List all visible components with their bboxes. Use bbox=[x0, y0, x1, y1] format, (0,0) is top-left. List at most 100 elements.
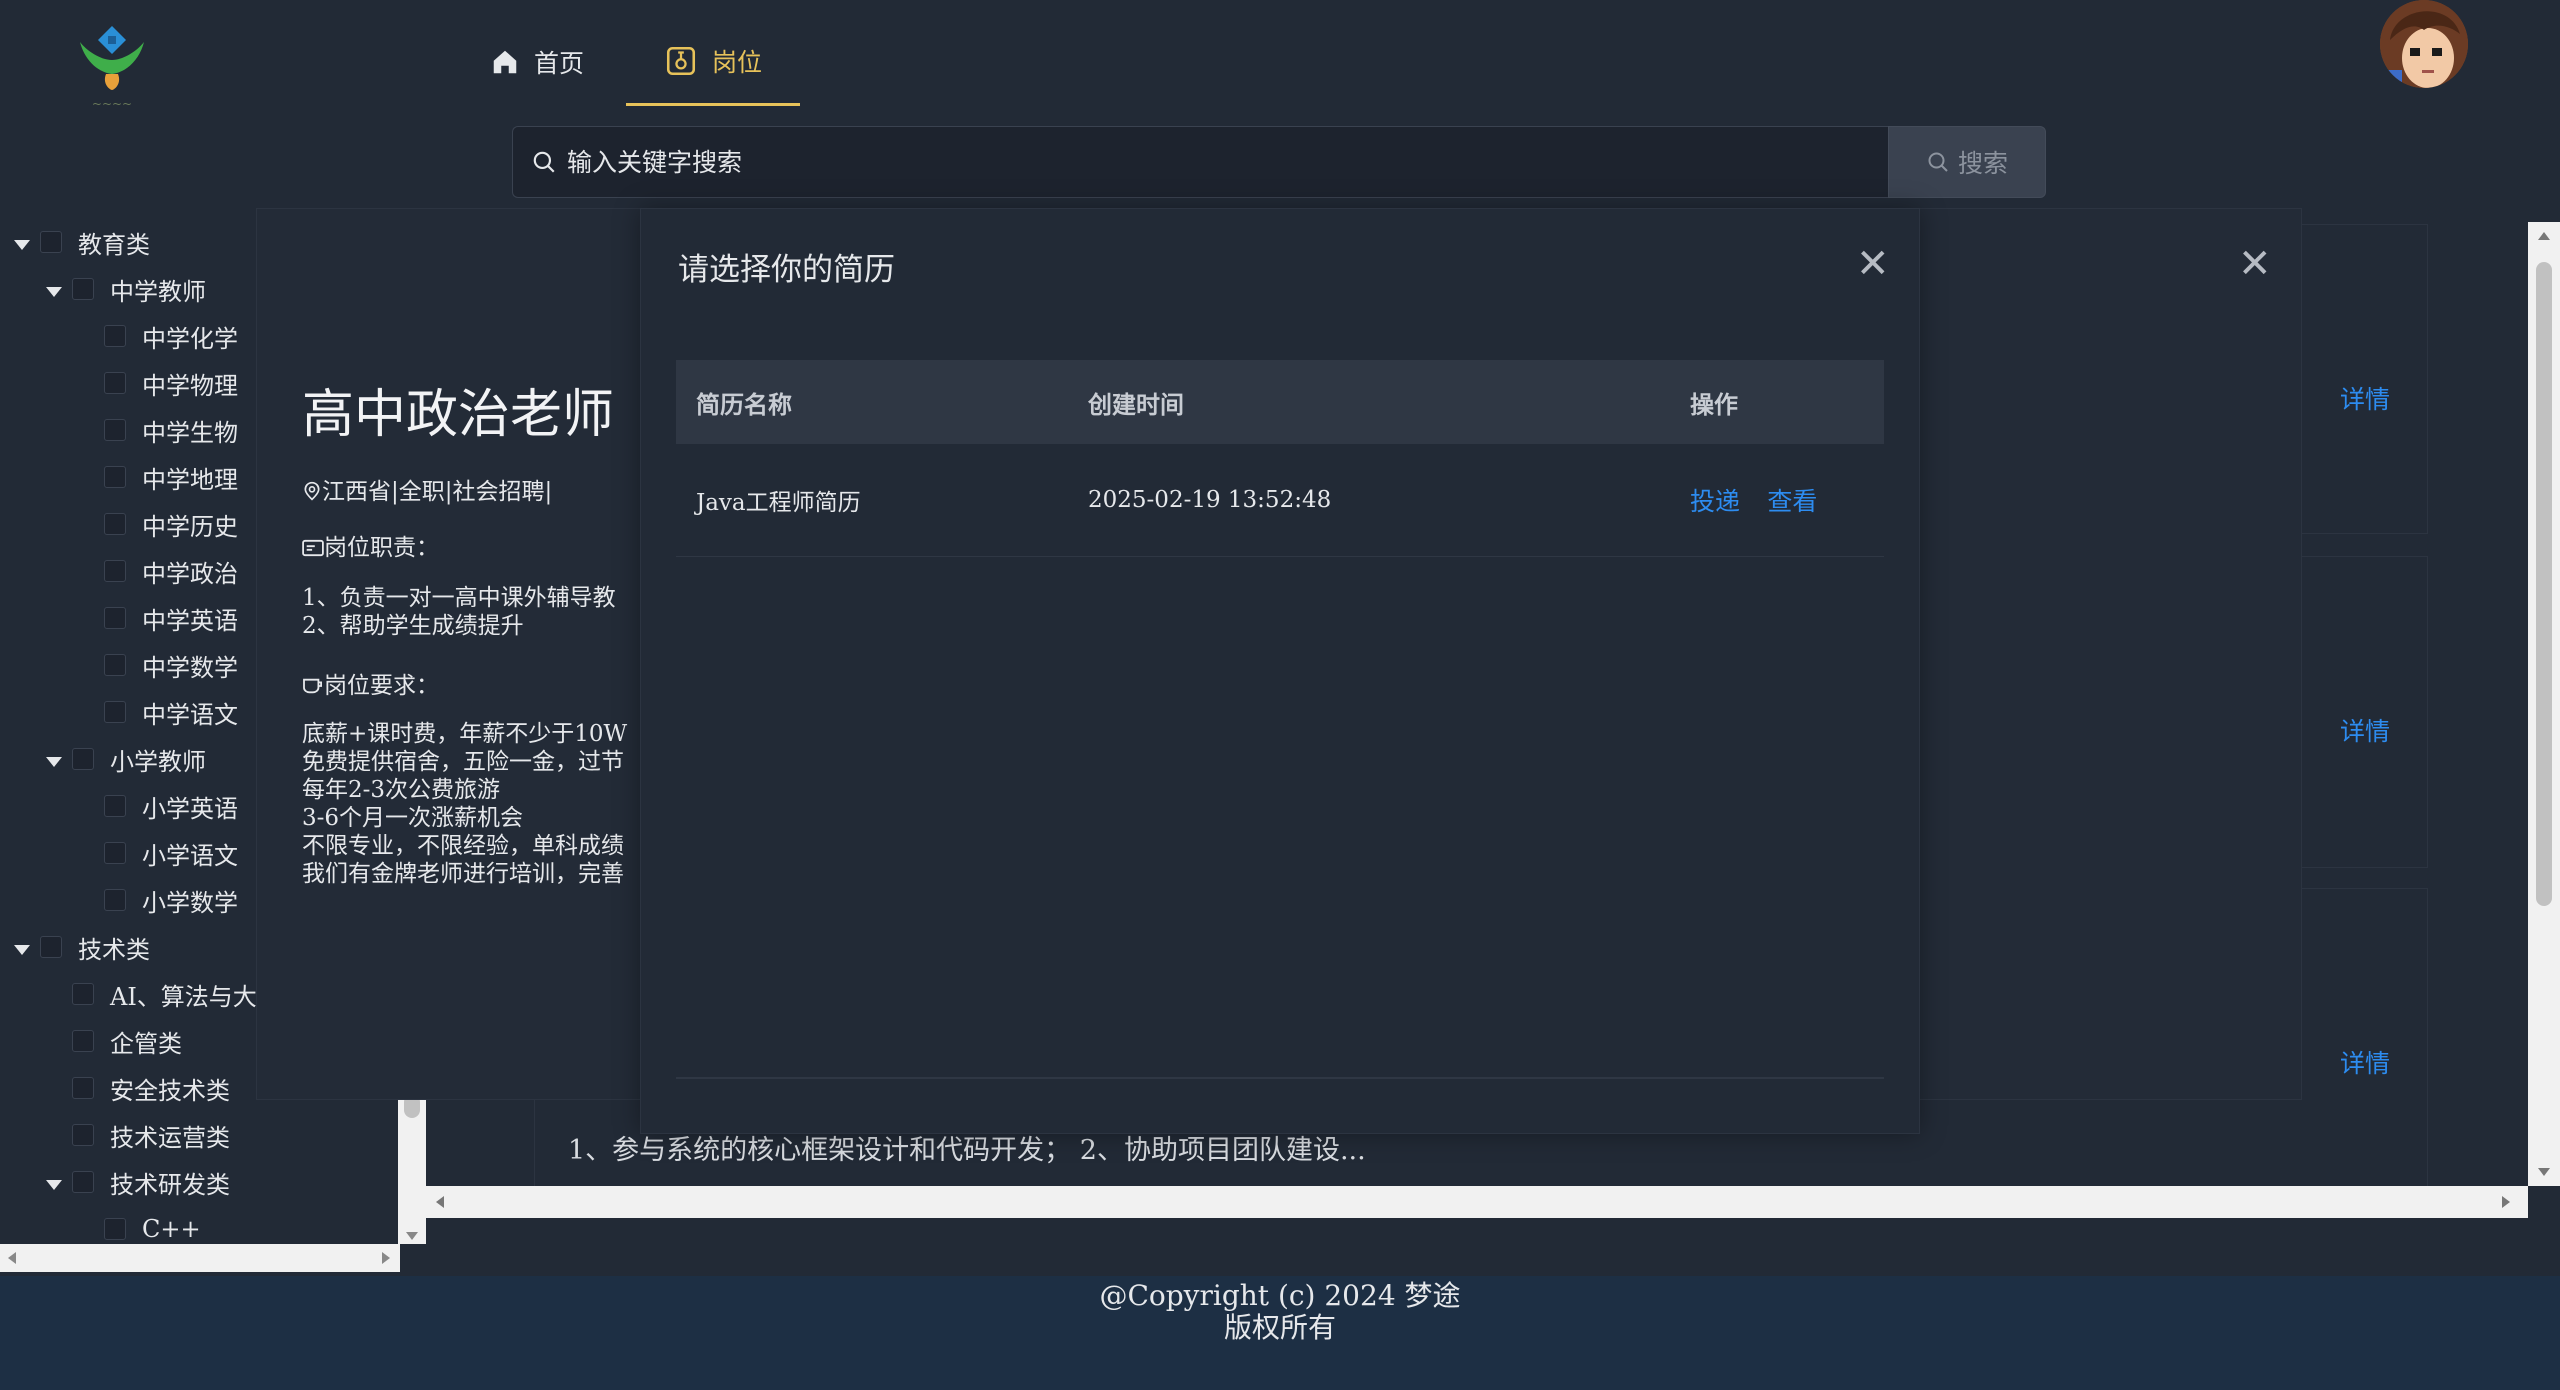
tree-checkbox[interactable] bbox=[72, 1030, 94, 1052]
tree-node[interactable]: 技术研发类 bbox=[46, 1162, 230, 1202]
tree-node[interactable]: 技术运营类 bbox=[46, 1115, 230, 1155]
tree-node[interactable]: 中学历史 bbox=[78, 504, 238, 544]
nav-jobs[interactable]: 岗位 bbox=[626, 18, 800, 106]
tree-vertical-scrollbar[interactable] bbox=[398, 1094, 426, 1244]
table-header: 简历名称 创建时间 操作 bbox=[676, 360, 1884, 444]
search-button[interactable]: 搜索 bbox=[1888, 126, 2046, 198]
tree-node-label: 中学物理 bbox=[142, 371, 238, 400]
tree-node-label: 小学英语 bbox=[142, 794, 238, 823]
resume-name: Java工程师简历 bbox=[696, 490, 861, 516]
job-meta-text: 江西省|全职|社会招聘| bbox=[322, 479, 553, 505]
caret-down-icon[interactable] bbox=[46, 1180, 62, 1190]
page-scroll-thumb[interactable] bbox=[2536, 262, 2552, 906]
tree-node-label: 中学历史 bbox=[142, 512, 238, 541]
tree-checkbox[interactable] bbox=[104, 560, 126, 582]
resume-select-modal bbox=[640, 208, 1920, 1134]
briefcase-icon bbox=[666, 46, 696, 75]
tree-node[interactable]: 小学教师 bbox=[46, 739, 206, 779]
tree-node[interactable]: 中学地理 bbox=[78, 457, 238, 497]
tree-node[interactable]: 小学语文 bbox=[78, 833, 238, 873]
tree-checkbox[interactable] bbox=[72, 983, 94, 1005]
job-detail-link[interactable]: 详情 bbox=[2340, 1044, 2390, 1080]
tree-node[interactable]: 中学教师 bbox=[46, 269, 206, 309]
job-requirement-heading: 岗位要求： bbox=[302, 666, 439, 700]
deliver-resume-button[interactable]: 投递 bbox=[1690, 487, 1740, 516]
modal-close-icon[interactable]: ✕ bbox=[1856, 244, 1890, 284]
tree-checkbox[interactable] bbox=[104, 701, 126, 723]
tree-checkbox[interactable] bbox=[104, 607, 126, 629]
tree-checkbox[interactable] bbox=[40, 936, 62, 958]
tree-node[interactable]: 小学数学 bbox=[78, 880, 238, 920]
tree-node[interactable]: 中学英语 bbox=[78, 598, 238, 638]
job-detail-link[interactable]: 详情 bbox=[2340, 380, 2390, 416]
cup-icon bbox=[303, 678, 322, 694]
tree-checkbox[interactable] bbox=[72, 1077, 94, 1099]
tree-checkbox[interactable] bbox=[104, 419, 126, 441]
tree-checkbox[interactable] bbox=[40, 231, 62, 253]
modal-divider bbox=[676, 1077, 1884, 1079]
tree-node-label: 技术研发类 bbox=[110, 1170, 230, 1199]
caret-down-icon[interactable] bbox=[46, 757, 62, 767]
search-input[interactable] bbox=[557, 146, 1888, 178]
job-detail-link[interactable]: 详情 bbox=[2340, 712, 2390, 748]
tree-checkbox[interactable] bbox=[104, 1218, 126, 1240]
tree-checkbox[interactable] bbox=[104, 466, 126, 488]
tree-node-label: 技术运营类 bbox=[110, 1123, 230, 1152]
tree-node[interactable]: 小学英语 bbox=[78, 786, 238, 826]
tree-node[interactable]: AI、算法与大 bbox=[46, 974, 257, 1014]
tree-node-label: 中学数学 bbox=[142, 653, 238, 682]
location-icon bbox=[304, 481, 320, 501]
tree-node[interactable]: 中学政治 bbox=[78, 551, 238, 591]
nav-jobs-label: 岗位 bbox=[711, 47, 762, 77]
tree-node[interactable]: 中学生物 bbox=[78, 410, 238, 450]
tree-node[interactable]: 中学物理 bbox=[78, 363, 238, 403]
tree-node[interactable]: C++ bbox=[78, 1209, 201, 1244]
tree-node-label: 中学英语 bbox=[142, 606, 238, 635]
tree-node[interactable]: 中学数学 bbox=[78, 645, 238, 685]
tree-checkbox[interactable] bbox=[104, 795, 126, 817]
tree-node-label: 小学语文 bbox=[142, 841, 238, 870]
search-icon bbox=[1928, 152, 1948, 172]
tree-node[interactable]: 中学化学 bbox=[78, 316, 238, 356]
view-resume-button[interactable]: 查看 bbox=[1767, 487, 1817, 516]
caret-down-icon[interactable] bbox=[14, 945, 30, 955]
tree-checkbox[interactable] bbox=[104, 372, 126, 394]
tree-checkbox[interactable] bbox=[72, 278, 94, 300]
user-avatar[interactable] bbox=[2380, 0, 2468, 88]
tree-node[interactable]: 中学语文 bbox=[78, 692, 238, 732]
resume-table: 简历名称 创建时间 操作 Java工程师简历 2025-02-19 13:52:… bbox=[676, 360, 1884, 557]
svg-text:~~~~: ~~~~ bbox=[92, 97, 132, 111]
tree-node-label: 技术类 bbox=[78, 935, 150, 964]
tree-horizontal-scrollbar[interactable] bbox=[0, 1244, 400, 1272]
tree-node-label: 中学政治 bbox=[142, 559, 238, 588]
tree-checkbox[interactable] bbox=[104, 513, 126, 535]
job-text-line: 2、帮助学生成绩提升 bbox=[302, 613, 524, 639]
column-header-name: 简历名称 bbox=[696, 389, 792, 419]
drawer-close-icon[interactable]: ✕ bbox=[2238, 244, 2272, 284]
tree-node-label: 中学语文 bbox=[142, 700, 238, 729]
tree-checkbox[interactable] bbox=[104, 889, 126, 911]
job-text-line: 底薪+课时费，年薪不少于10W bbox=[302, 721, 628, 747]
caret-down-icon[interactable] bbox=[46, 287, 62, 297]
job-text-line: 每年2-3次公费旅游 bbox=[302, 777, 501, 803]
resume-created-time: 2025-02-19 13:52:48 bbox=[1088, 487, 1332, 513]
tree-node[interactable]: 安全技术类 bbox=[46, 1068, 230, 1108]
tree-node-label: 小学教师 bbox=[110, 747, 206, 776]
tree-checkbox[interactable] bbox=[72, 748, 94, 770]
tree-node-label: 中学地理 bbox=[142, 465, 238, 494]
column-header-created: 创建时间 bbox=[1088, 389, 1184, 419]
copyright-text: @Copyright (c) 2024 梦途 bbox=[1099, 1279, 1461, 1312]
nav-home[interactable]: 首页 bbox=[490, 18, 584, 106]
tree-checkbox[interactable] bbox=[104, 654, 126, 676]
site-logo[interactable]: ~~~~ bbox=[62, 20, 162, 115]
tree-checkbox[interactable] bbox=[72, 1171, 94, 1193]
tree-node[interactable]: 教育类 bbox=[14, 222, 150, 262]
tree-checkbox[interactable] bbox=[104, 325, 126, 347]
tree-checkbox[interactable] bbox=[104, 842, 126, 864]
tree-node[interactable]: 企管类 bbox=[46, 1021, 182, 1061]
caret-down-icon[interactable] bbox=[14, 240, 30, 250]
tree-checkbox[interactable] bbox=[72, 1124, 94, 1146]
modal-title: 请选择你的简历 bbox=[678, 252, 895, 288]
page-horizontal-scrollbar[interactable] bbox=[426, 1186, 2528, 1218]
tree-node[interactable]: 技术类 bbox=[14, 927, 150, 967]
